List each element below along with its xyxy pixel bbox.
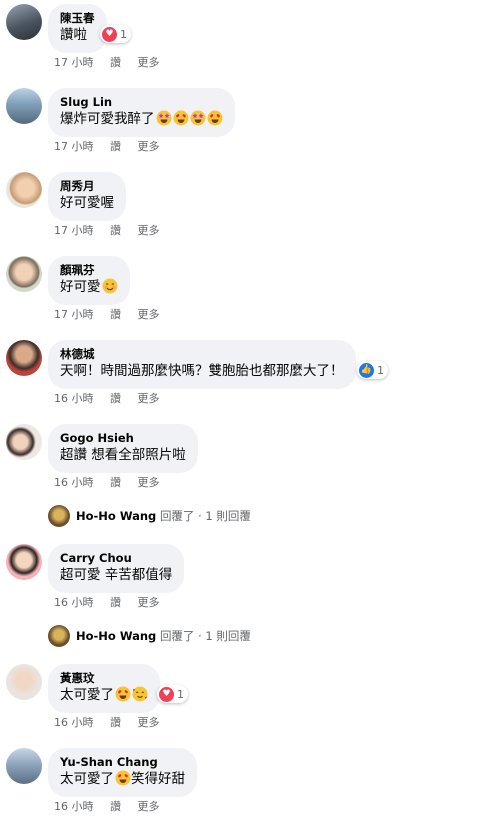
reaction-count: 1 [120,27,127,41]
timestamp[interactable]: 17 小時 [54,56,94,69]
like-link[interactable]: 讚 [110,476,121,489]
comment-actions: 17 小時 讚 更多 [54,222,173,238]
timestamp[interactable]: 17 小時 [54,308,94,321]
comment-actions: 16 小時 讚 更多 [54,798,173,814]
comment-bubble: 周秀月 好可愛喔 [48,172,126,221]
reply-action: 回覆了 [159,509,195,523]
commenter-name[interactable]: 黃惠玟 [60,671,148,686]
more-link[interactable]: 更多 [138,716,160,729]
comment-bubble: Slug Lin 爆炸可愛我醉了 [48,88,235,137]
timestamp[interactable]: 16 小時 [54,476,94,489]
comment-text: 讚啦 [60,27,87,43]
timestamp[interactable]: 16 小時 [54,392,94,405]
replier-name: Ho-Ho Wang [76,509,157,523]
more-link[interactable]: 更多 [138,596,160,609]
commenter-name[interactable]: 顏珮芬 [60,263,118,278]
more-link[interactable]: 更多 [138,308,160,321]
commenter-name[interactable]: Slug Lin [60,95,223,110]
like-link[interactable]: 讚 [110,716,121,729]
comment-actions: 17 小時 讚 更多 [54,306,173,322]
like-link[interactable]: 讚 [110,140,121,153]
more-link[interactable]: 更多 [138,476,160,489]
view-replies-link[interactable]: Ho-Ho Wang 回覆了 · 1 則回覆 [48,505,251,527]
comment-actions: 16 小時 讚 更多 [54,714,173,730]
avatar[interactable] [6,88,42,124]
star-struck-emoji [156,110,172,126]
more-link[interactable]: 更多 [138,392,160,405]
commenter-name[interactable]: Carry Chou [60,551,172,566]
comment-text: 天啊！時間過那麼快嗎？雙胞胎也都那麼大了！ [60,363,344,379]
reaction-count: 1 [377,363,384,377]
like-link[interactable]: 讚 [110,800,121,813]
timestamp[interactable]: 16 小時 [54,596,94,609]
comment-bubble: 陳玉春 讚啦 [48,4,107,53]
replier-name: Ho-Ho Wang [76,629,157,643]
heart-icon: ♥ [102,26,117,42]
comment-text: 好可愛喔 [60,195,114,211]
comment-actions: 17 小時 讚 更多 [54,54,173,70]
comment-text: 爆炸可愛我醉了 [60,110,223,129]
more-link[interactable]: 更多 [138,56,160,69]
avatar[interactable] [6,544,42,580]
reply-action: 回覆了 [159,629,195,643]
avatar[interactable] [6,256,42,292]
timestamp[interactable]: 17 小時 [54,224,94,237]
comment-bubble: 黃惠玟 太可愛了 [48,664,160,713]
comment-bubble: 顏珮芬 好可愛 [48,256,130,305]
reaction-summary[interactable]: ♥ 1 [157,685,188,703]
like-link[interactable]: 讚 [110,392,121,405]
view-replies-link[interactable]: Ho-Ho Wang 回覆了 · 1 則回覆 [48,625,251,647]
thumbs-up-icon: 👍 [359,362,374,378]
more-link[interactable]: 更多 [138,800,160,813]
like-link[interactable]: 讚 [110,224,121,237]
heart-eyes-emoji [115,770,131,786]
smiling-emoji [102,278,118,294]
star-struck-emoji [190,110,206,126]
commenter-name[interactable]: 周秀月 [60,179,114,194]
commenter-name[interactable]: Gogo Hsieh [60,431,186,446]
comment-actions: 17 小時 讚 更多 [54,138,173,154]
heart-eyes-emoji [207,110,223,126]
avatar[interactable] [6,172,42,208]
comment-bubble: Carry Chou 超可愛 辛苦都值得 [48,544,185,593]
avatar[interactable] [6,4,42,40]
heart-icon: ♥ [159,686,174,702]
reply-count: · 1 則回覆 [198,629,251,643]
reaction-summary[interactable]: 👍 1 [357,361,388,379]
like-link[interactable]: 讚 [110,596,121,609]
avatar[interactable] [6,424,42,460]
comment-text: 太可愛了 [60,686,148,705]
comment-bubble: Yu-Shan Chang 太可愛了 笑得好甜 [48,748,197,797]
timestamp[interactable]: 16 小時 [54,716,94,729]
more-link[interactable]: 更多 [138,224,160,237]
reaction-count: 1 [177,687,184,701]
heart-eyes-emoji [115,686,131,702]
comment-text: 太可愛了 笑得好甜 [60,770,185,787]
comment-actions: 16 小時 讚 更多 [54,474,173,490]
comment-actions: 16 小時 讚 更多 [54,594,173,610]
like-link[interactable]: 讚 [110,56,121,69]
avatar [48,625,70,647]
reply-count: · 1 則回覆 [198,509,251,523]
timestamp[interactable]: 17 小時 [54,140,94,153]
heart-eyes-emoji [173,110,189,126]
avatar[interactable] [6,748,42,784]
comment-text: 超讚 想看全部照片啦 [60,447,186,463]
smiling-face-with-hearts-emoji [132,686,148,702]
avatar [48,505,70,527]
comment-text: 好可愛 [60,278,118,297]
comment-bubble: Gogo Hsieh 超讚 想看全部照片啦 [48,424,198,473]
comment-bubble: 林德城 天啊！時間過那麼快嗎？雙胞胎也都那麼大了！ [48,340,356,389]
commenter-name[interactable]: Yu-Shan Chang [60,755,185,770]
commenter-name[interactable]: 陳玉春 [60,11,95,26]
comment-actions: 16 小時 讚 更多 [54,390,173,406]
commenter-name[interactable]: 林德城 [60,347,344,362]
comment-text: 超可愛 辛苦都值得 [60,567,173,583]
more-link[interactable]: 更多 [138,140,160,153]
avatar[interactable] [6,664,42,700]
avatar[interactable] [6,340,42,376]
timestamp[interactable]: 16 小時 [54,800,94,813]
reaction-summary[interactable]: ♥ 1 [100,25,131,43]
like-link[interactable]: 讚 [110,308,121,321]
